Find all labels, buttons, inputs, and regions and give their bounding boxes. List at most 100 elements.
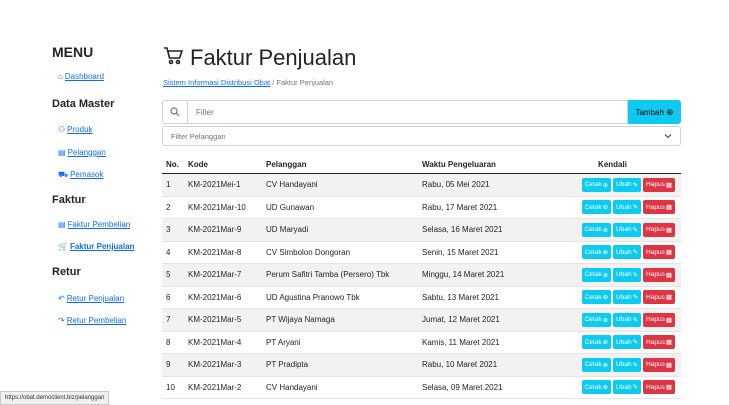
medicine-icon: ⚇ <box>58 125 66 134</box>
hapus-button[interactable]: Hapus ▩ <box>643 290 675 305</box>
ubah-label: Ubah <box>616 361 632 369</box>
trash-icon: ▩ <box>665 271 672 279</box>
filter-bar: Tambah ⊕ <box>162 100 681 124</box>
cell-pelanggan: UD Gunawan <box>262 196 418 219</box>
ubah-button[interactable]: Ubah ✎ <box>613 380 642 395</box>
ubah-button[interactable]: Ubah ✎ <box>613 290 642 305</box>
ubah-button[interactable]: Ubah ✎ <box>613 357 642 372</box>
sidebar-item-pemasok[interactable]: ⛟ Pemasok <box>58 170 103 180</box>
table-row: 3 KM-2021Mar-9 UD Maryadi Selasa, 16 Maret … <box>162 218 681 242</box>
hapus-button[interactable]: Hapus ▩ <box>643 335 675 350</box>
hapus-label: Hapus <box>646 361 665 369</box>
return-arrow-icon: ↶ <box>58 294 65 303</box>
ubah-button[interactable]: Ubah ✎ <box>613 245 642 260</box>
sidebar-item-faktur-pembelian[interactable]: ▤ Faktur Pembelian <box>58 220 130 229</box>
print-icon: ⊕ <box>602 384 609 392</box>
hapus-button[interactable]: Hapus ▩ <box>643 312 675 327</box>
ubah-label: Ubah <box>616 181 632 189</box>
cetak-button[interactable]: Cetak ⊕ <box>581 177 612 192</box>
print-icon: ⊕ <box>602 249 609 257</box>
cell-waktu: Selasa, 09 Maret 2021 <box>418 376 544 399</box>
faktur-table: No. Kode Pelanggan Waktu Pengeluaran Ken… <box>162 155 681 399</box>
trash-icon: ▩ <box>665 361 672 369</box>
hapus-button[interactable]: Hapus ▩ <box>643 245 675 260</box>
ubah-label: Ubah <box>616 293 632 301</box>
cell-no: 1 <box>162 173 184 197</box>
filter-input[interactable] <box>187 100 628 124</box>
tambah-button[interactable]: Tambah ⊕ <box>628 100 681 124</box>
ubah-button[interactable]: Ubah ✎ <box>613 312 642 327</box>
hapus-button[interactable]: Hapus ▩ <box>643 267 675 282</box>
ubah-button[interactable]: Ubah ✎ <box>613 335 642 350</box>
faktur-title: Faktur <box>52 194 86 206</box>
hapus-label: Hapus <box>646 203 665 211</box>
cell-waktu: Rabu, 05 Mei 2021 <box>418 173 544 197</box>
plus-circle-icon: ⊕ <box>665 106 674 117</box>
ubah-button[interactable]: Ubah ✎ <box>613 222 642 237</box>
ubah-button[interactable]: Ubah ✎ <box>613 200 642 215</box>
hapus-button[interactable]: Hapus ▩ <box>643 222 675 237</box>
hapus-button[interactable]: Hapus ▩ <box>643 177 675 192</box>
cell-kode: KM-2021Mar-8 <box>184 241 262 264</box>
cell-kendali: Cetak ⊕ Ubah ✎ Hapus ▩ <box>544 353 681 377</box>
sidebar-item-label: Pelanggan <box>67 148 106 157</box>
cell-kode: KM-2021Mar-3 <box>184 353 262 377</box>
trash-icon: ▩ <box>665 294 672 302</box>
ubah-button[interactable]: Ubah ✎ <box>613 267 642 282</box>
cetak-button[interactable]: Cetak ⊕ <box>581 380 612 395</box>
cetak-label: Cetak <box>584 316 602 324</box>
ubah-label: Ubah <box>616 338 632 346</box>
person-card-icon: ▤ <box>58 148 66 157</box>
pencil-icon: ✎ <box>632 181 639 189</box>
cell-pelanggan: UD Agustina Pranowo Tbk <box>262 286 418 309</box>
cell-kendali: Cetak ⊕ Ubah ✎ Hapus ▩ <box>544 376 681 399</box>
col-no: No. <box>162 155 184 174</box>
sidebar-item-dashboard[interactable]: ⌂ Dashboard <box>58 72 104 81</box>
cell-no: 4 <box>162 241 184 264</box>
trash-icon: ▩ <box>665 204 672 212</box>
cell-pelanggan: CV Handayani <box>262 376 418 399</box>
pencil-icon: ✎ <box>632 361 639 369</box>
cell-pelanggan: Perum Safitri Tamba (Persero) Tbk <box>262 263 418 287</box>
data-master-title: Data Master <box>52 98 115 110</box>
cetak-button[interactable]: Cetak ⊕ <box>581 200 612 215</box>
cetak-button[interactable]: Cetak ⊕ <box>581 312 612 327</box>
cell-no: 8 <box>162 331 184 354</box>
pencil-icon: ✎ <box>632 384 639 392</box>
hapus-button[interactable]: Hapus ▩ <box>643 200 675 215</box>
cetak-button[interactable]: Cetak ⊕ <box>581 290 612 305</box>
trash-icon: ▩ <box>665 181 672 189</box>
pencil-icon: ✎ <box>632 249 639 257</box>
cell-waktu: Selasa, 16 Maret 2021 <box>418 218 544 242</box>
breadcrumb-current: Faktur Penjualan <box>276 78 334 87</box>
table-row: 4 KM-2021Mar-8 CV Simbolon Dongoran Senin, … <box>162 241 681 264</box>
sidebar-item-retur-penjualan[interactable]: ↶ Retur Penjualan <box>58 294 124 303</box>
filter-pelanggan-select[interactable]: Filter Pelanggan <box>162 126 681 146</box>
table-body: 1 KM-2021Mei-1 CV Handayani Rabu, 05 Mei 20… <box>162 173 681 399</box>
cetak-button[interactable]: Cetak ⊕ <box>581 222 612 237</box>
hapus-button[interactable]: Hapus ▩ <box>643 357 675 372</box>
cetak-button[interactable]: Cetak ⊕ <box>581 267 612 282</box>
hapus-label: Hapus <box>646 338 665 346</box>
menu-title: MENU <box>52 44 94 60</box>
cetak-button[interactable]: Cetak ⊕ <box>581 245 612 260</box>
receipt-icon: ▤ <box>58 220 66 229</box>
cetak-label: Cetak <box>584 181 602 189</box>
cetak-button[interactable]: Cetak ⊕ <box>581 335 612 350</box>
trash-icon: ▩ <box>665 249 672 257</box>
select-value: Filter Pelanggan <box>171 131 226 141</box>
sidebar-item-produk[interactable]: ⚇ Produk <box>58 125 93 134</box>
sidebar-item-pelanggan[interactable]: ▤ Pelanggan <box>58 148 106 157</box>
cell-kendali: Cetak ⊕ Ubah ✎ Hapus ▩ <box>544 241 681 264</box>
cell-kode: KM-2021Mar-6 <box>184 286 262 309</box>
sidebar-item-faktur-penjualan[interactable]: 🛒 Faktur Penjualan <box>58 242 134 251</box>
cell-pelanggan: PT Wijaya Namaga <box>262 308 418 332</box>
ubah-button[interactable]: Ubah ✎ <box>613 177 642 192</box>
return-arrow-icon: ↷ <box>58 316 65 325</box>
sidebar-item-retur-pembelian[interactable]: ↷ Retur Pembelian <box>58 316 126 325</box>
hapus-button[interactable]: Hapus ▩ <box>643 380 675 395</box>
cetak-button[interactable]: Cetak ⊕ <box>581 357 612 372</box>
print-icon: ⊕ <box>602 226 609 234</box>
breadcrumb-home-link[interactable]: Sistem Informasi Distribusi Obat <box>163 78 270 87</box>
print-icon: ⊕ <box>602 294 609 302</box>
